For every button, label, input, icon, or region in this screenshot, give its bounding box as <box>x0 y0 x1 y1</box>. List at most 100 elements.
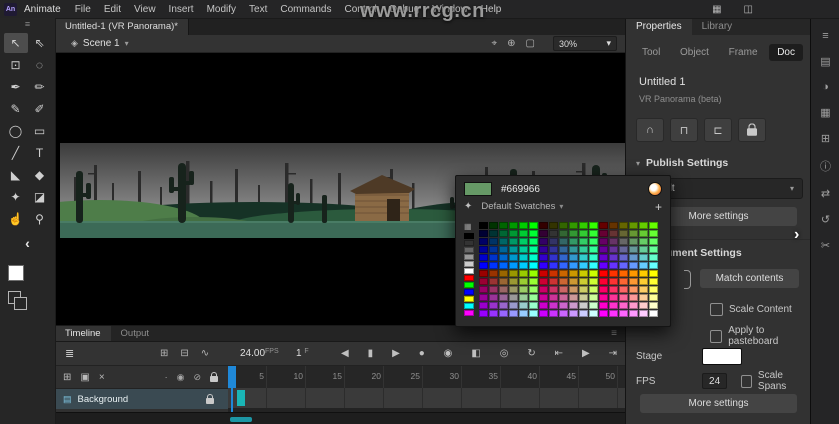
selection-tool[interactable]: ↖ <box>3 33 28 53</box>
fill-color-swatch[interactable] <box>8 265 24 281</box>
palette-swatch[interactable] <box>539 254 548 261</box>
palette-swatch[interactable] <box>519 230 528 237</box>
layer-frames-row[interactable] <box>228 388 625 408</box>
timeline-tab[interactable]: Timeline <box>55 326 111 341</box>
palette-swatch[interactable] <box>639 278 648 285</box>
new-layer-icon[interactable]: ⊞ <box>63 372 71 383</box>
scale-content-checkbox[interactable] <box>710 303 723 316</box>
palette-swatch[interactable] <box>499 246 508 253</box>
onion-skin-icon[interactable]: ◉ <box>444 348 453 359</box>
palette-swatch[interactable] <box>529 254 538 261</box>
palette-swatch[interactable] <box>649 286 658 293</box>
palette-swatch[interactable] <box>639 294 648 301</box>
palette-swatch[interactable] <box>599 294 608 301</box>
palette-swatch[interactable] <box>619 302 628 309</box>
palette-swatch[interactable] <box>579 278 588 285</box>
palette-swatch[interactable] <box>519 310 528 317</box>
publish-settings-header[interactable]: ▾ Publish Settings <box>636 157 728 169</box>
palette-swatch[interactable] <box>489 302 498 309</box>
document-tab[interactable]: Untitled-1 (VR Panorama)* <box>55 18 189 35</box>
keyframe-cell[interactable] <box>237 390 245 406</box>
palette-swatch[interactable] <box>559 310 568 317</box>
frames-area[interactable]: 5 10 15 20 25 30 35 40 45 50 <box>228 366 625 414</box>
palette-swatch[interactable] <box>649 278 658 285</box>
palette-swatch[interactable] <box>579 238 588 245</box>
palette-swatch[interactable] <box>479 302 488 309</box>
properties-subtab[interactable]: Object <box>672 44 717 61</box>
palette-swatch[interactable] <box>549 302 558 309</box>
palette-swatch[interactable] <box>509 254 518 261</box>
palette-swatch[interactable] <box>549 238 558 245</box>
palette-swatch[interactable] <box>599 246 608 253</box>
rectangle-tool[interactable]: ▭ <box>28 121 52 141</box>
palette-swatch[interactable] <box>609 294 618 301</box>
palette-swatch[interactable] <box>529 246 538 253</box>
record-icon[interactable]: ● <box>419 348 425 359</box>
outline-column-icon[interactable]: ⊘ <box>193 372 201 383</box>
palette-swatch[interactable] <box>579 246 588 253</box>
palette-swatch[interactable] <box>499 278 508 285</box>
palette-swatch[interactable] <box>509 222 518 229</box>
palette-swatch[interactable] <box>569 286 578 293</box>
palette-swatch[interactable] <box>464 254 474 260</box>
palette-swatch[interactable] <box>519 254 528 261</box>
palette-swatch[interactable] <box>479 222 488 229</box>
palette-swatch[interactable] <box>619 294 628 301</box>
palette-swatch[interactable] <box>529 262 538 269</box>
palette-swatch[interactable] <box>629 270 638 277</box>
palette-swatch[interactable] <box>549 222 558 229</box>
edit-multiple-frames-icon[interactable]: ◧ <box>471 348 480 359</box>
current-color-swatch[interactable] <box>464 182 492 196</box>
palette-swatch[interactable] <box>499 286 508 293</box>
palette-swatch[interactable] <box>559 230 568 237</box>
palette-swatch[interactable] <box>464 303 474 309</box>
palette-swatch[interactable] <box>464 275 474 281</box>
palette-swatch[interactable] <box>619 222 628 229</box>
properties-strip-icon[interactable]: ≡ <box>822 30 828 42</box>
palette-swatch[interactable] <box>509 302 518 309</box>
palette-swatch[interactable] <box>489 270 498 277</box>
toolbar-collapse-icon[interactable]: ‹ <box>0 235 55 251</box>
palette-swatch[interactable] <box>519 278 528 285</box>
palette-swatch[interactable] <box>609 278 618 285</box>
palette-swatch[interactable] <box>559 270 568 277</box>
palette-swatch[interactable] <box>489 294 498 301</box>
palette-swatch[interactable] <box>579 286 588 293</box>
palette-swatch[interactable] <box>529 270 538 277</box>
palette-swatch[interactable] <box>549 262 558 269</box>
palette-swatch[interactable] <box>539 302 548 309</box>
palette-swatch[interactable] <box>499 310 508 317</box>
lock-toggle-button[interactable] <box>738 118 766 142</box>
step-back-icon[interactable]: ◀ <box>341 348 349 359</box>
palette-swatch[interactable] <box>639 286 648 293</box>
palette-swatch[interactable] <box>464 296 474 302</box>
palette-swatch[interactable] <box>649 310 658 317</box>
camera-icon[interactable]: ◎ <box>500 348 509 359</box>
palette-swatch[interactable] <box>569 222 578 229</box>
menu-item[interactable]: Commands <box>280 4 331 15</box>
properties-subtab[interactable]: Frame <box>721 44 766 61</box>
menu-item[interactable]: View <box>134 4 156 15</box>
palette-swatch[interactable] <box>489 222 498 229</box>
palette-swatch[interactable] <box>569 238 578 245</box>
palette-swatch[interactable] <box>479 270 488 277</box>
palette-swatch[interactable] <box>559 222 568 229</box>
palette-swatch[interactable] <box>479 286 488 293</box>
palette-swatch[interactable] <box>479 294 488 301</box>
transform-strip-icon[interactable]: ⇄ <box>821 187 830 200</box>
palette-swatch[interactable] <box>639 246 648 253</box>
palette-swatch[interactable] <box>499 238 508 245</box>
layer-row[interactable]: ▤ Background <box>55 389 228 409</box>
palette-swatch[interactable] <box>489 254 498 261</box>
hand-tool[interactable]: ☝ <box>4 209 28 229</box>
more-settings-button-2[interactable]: More settings <box>640 394 797 413</box>
palette-swatch[interactable] <box>529 238 538 245</box>
palette-swatch[interactable] <box>549 294 558 301</box>
zoom-select[interactable]: 30% ▾ <box>553 36 617 51</box>
palette-swatch[interactable] <box>549 286 558 293</box>
palette-swatch[interactable] <box>649 262 658 269</box>
new-folder-icon[interactable]: ▣ <box>80 372 89 383</box>
stage-color-swatch[interactable] <box>702 348 743 365</box>
palette-swatch[interactable] <box>629 286 638 293</box>
palette-swatch[interactable] <box>464 289 474 295</box>
